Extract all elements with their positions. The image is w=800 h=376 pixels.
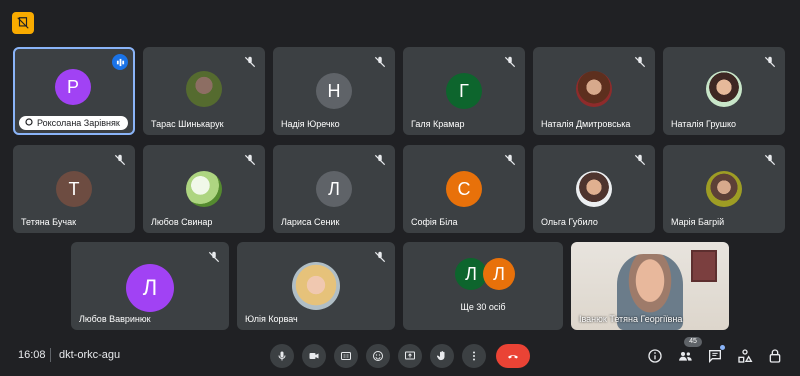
emoji-icon [373,351,383,361]
avatar: С [446,171,482,207]
participant-name: Лариса Сеник [281,217,340,227]
participant-name: Надія Юречко [281,119,340,129]
camera-button[interactable] [302,344,326,368]
mic-off-icon [244,154,256,166]
mic-off-icon [634,56,646,68]
mic-off-icon [504,154,516,166]
activities-icon [738,349,753,363]
participant-tile[interactable]: Ольга Губило [533,145,655,233]
avatar: Л [483,258,515,290]
avatar [576,171,612,207]
participant-name: Софія Біла [411,217,458,227]
mic-off-icon [374,154,386,166]
avatar: Т [56,171,92,207]
speaking-indicator-icon [112,54,128,70]
people-button[interactable] [675,346,695,366]
camera-icon [309,353,319,359]
mic-off-icon [504,56,516,68]
participant-tile[interactable]: Т Тетяна Бучак [13,145,135,233]
meeting-info-button[interactable] [645,346,665,366]
hand-off-icon[interactable] [12,12,34,34]
mic-off-icon [114,154,126,166]
pin-icon [25,118,33,126]
mic-off-icon [208,251,220,263]
control-bar: 16:08 dkt-orkc-agu [0,336,800,376]
avatar [576,71,612,107]
participant-name: Іванюк Тетяна Георгіївна [579,314,683,324]
participant-tile[interactable]: Тарас Шинькарук [143,47,265,135]
participant-name: Галя Крамар [411,119,465,129]
people-icon [679,352,692,361]
participant-name: Ольга Губило [541,217,598,227]
participant-count-badge: 45 [684,337,702,347]
raise-hand-button[interactable] [430,344,454,368]
present-icon [405,351,415,360]
participant-tile[interactable]: Наталія Грушко [663,47,785,135]
participant-name: Любов Ваврин­юк [79,314,151,324]
wall-picture [691,250,717,282]
participant-name: Наталія Дмитровська [541,119,631,129]
raise-hand-icon [436,351,445,361]
host-controls-button[interactable] [765,346,785,366]
emoji-button[interactable] [366,344,390,368]
mic-off-icon [764,154,776,166]
others-count-label: Ще 30 осіб [460,302,506,312]
participant-name: Тарас Шинькарук [151,119,224,129]
mic-off-icon [764,56,776,68]
meeting-time: 16:08 [18,349,46,361]
avatar: Г [446,73,482,109]
present-button[interactable] [398,344,422,368]
captions-icon [341,352,351,360]
hangup-icon [508,355,518,359]
avatar: Л [126,264,174,312]
participant-tile[interactable]: Юлія Корвач [237,242,395,330]
info-icon [648,349,662,363]
mic-off-icon [634,154,646,166]
participant-name: Марія Багрій [671,217,725,227]
chat-icon [709,350,721,363]
mic-button[interactable] [270,344,294,368]
more-options-icon [473,351,475,361]
participant-tile[interactable]: С Софія Біла [403,145,525,233]
participant-tile[interactable]: Любов Свинар [143,145,265,233]
mic-icon [278,351,286,361]
avatar: Р [55,69,91,105]
participant-video-tile[interactable]: Іванюк Тетяна Георгіївна [571,242,729,330]
participant-tile[interactable]: Наталія Дмитровська [533,47,655,135]
participant-name: Любов Свинар [151,217,213,227]
avatar [292,262,340,310]
meeting-code: dkt-orkc-agu [59,349,121,361]
participant-tile[interactable]: Марія Багрій [663,145,785,233]
meeting-stage: Р Роксолана Зарівняк Тарас Шинькарук Н Н… [0,0,800,376]
participant-name: Тетяна Бучак [21,217,77,227]
unread-dot [720,345,725,350]
avatar [706,71,742,107]
mic-off-icon [374,251,386,263]
participant-tile[interactable]: Л Любов Ваврин­юк [71,242,229,330]
participant-tile[interactable]: Н Надія Юречко [273,47,395,135]
mic-off-icon [244,56,256,68]
captions-button[interactable] [334,344,358,368]
avatar [186,171,222,207]
activities-button[interactable] [735,346,755,366]
leave-call-button[interactable] [496,344,530,368]
mic-off-icon [374,56,386,68]
avatar [706,171,742,207]
participant-name: Юлія Корвач [245,314,298,324]
participant-tile[interactable]: Л Лариса Сеник [273,145,395,233]
host-controls-icon [769,349,781,363]
participant-tile[interactable]: Р Роксолана Зарівняк [13,47,135,135]
participant-name: Роксолана Зарівняк [19,116,128,130]
divider [50,348,51,362]
avatar [186,71,222,107]
participant-name: Наталія Грушко [671,119,736,129]
avatar: Н [316,73,352,109]
avatar: Л [316,171,352,207]
participant-tile[interactable]: Г Галя Крамар [403,47,525,135]
others-tile[interactable]: Л Л Ще 30 осіб [403,242,563,330]
more-options-button[interactable] [462,344,486,368]
